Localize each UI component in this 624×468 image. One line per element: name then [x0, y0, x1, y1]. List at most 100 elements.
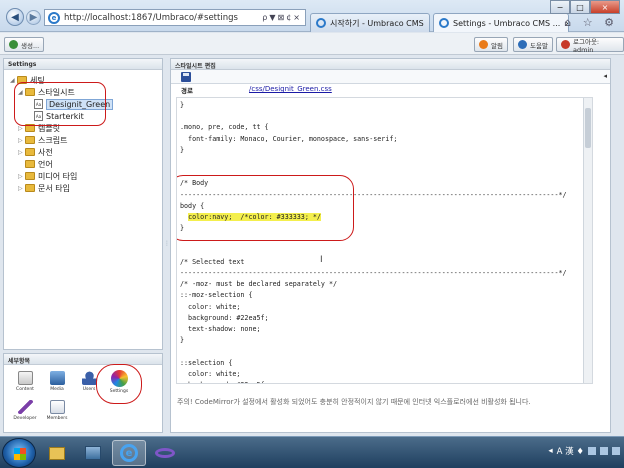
code-line[interactable]: body { [180, 202, 204, 211]
code-line[interactable]: } [180, 224, 184, 233]
window-close-button[interactable]: × [590, 0, 620, 14]
tab-label: Settings - Umbraco CMS ... [453, 18, 561, 28]
logout-label: 로그아웃: admin [573, 37, 600, 54]
logout-icon [561, 40, 570, 49]
folder-icon [25, 172, 35, 180]
section-developer[interactable]: Developer [10, 400, 40, 421]
code-line[interactable]: background: #22ea5f; [180, 381, 269, 383]
tray-expand-icon[interactable]: ◂ [548, 446, 552, 456]
tree-item-dictionary[interactable]: ▷ 사전 [18, 146, 53, 158]
create-button[interactable]: 생성... [4, 37, 45, 52]
taskbar-internet-explorer[interactable]: e [112, 440, 146, 466]
network-icon[interactable] [588, 447, 596, 455]
section-media[interactable]: Media [42, 371, 72, 392]
minimize-button[interactable]: − [550, 0, 570, 14]
stylesheet-editor-panel: 스타일시트 편집 ◂ 경로 /css/Designit_Green.css I … [170, 58, 611, 433]
expand-toggle-icon[interactable]: ▷ [18, 137, 25, 144]
forward-button[interactable]: ▶ [26, 10, 41, 25]
collapse-arrow-icon[interactable]: ◂ [603, 72, 607, 80]
folder-icon [25, 160, 35, 168]
ie-tab-icon [439, 18, 449, 28]
tree-item-label: 미디어 타입 [38, 171, 78, 181]
show-desktop-icon[interactable] [612, 447, 620, 455]
address-bar[interactable]: e http://localhost:1867/Umbraco/#setting… [44, 9, 306, 26]
start-button[interactable] [2, 438, 36, 468]
code-line[interactable]: ----------------------------------------… [180, 191, 567, 200]
section-label: Members [46, 416, 68, 421]
code-line[interactable]: ::-moz-selection { [180, 291, 252, 300]
expand-toggle-icon[interactable]: ▷ [18, 173, 25, 180]
tree-item-media-types[interactable]: ▷ 미디어 타입 [18, 170, 77, 182]
system-tray[interactable]: ◂ A 漢 ♦ [548, 445, 620, 457]
tree-item-scripts[interactable]: ▷ 스크립트 [18, 134, 67, 146]
logout-button[interactable]: 로그아웃: admin [556, 37, 624, 54]
help-button[interactable]: 도움말 [513, 37, 553, 52]
save-icon[interactable] [181, 72, 191, 82]
editor-scrollbar[interactable] [583, 98, 592, 383]
maximize-button[interactable]: □ [570, 0, 590, 14]
code-line[interactable]: /* Body [180, 179, 208, 188]
code-line[interactable]: } [180, 101, 184, 110]
code-editor[interactable]: I } .mono, pre, code, tt { font-family: M… [176, 97, 593, 384]
visual-studio-icon [155, 448, 175, 458]
code-line[interactable]: ----------------------------------------… [180, 269, 567, 278]
input-method-indicator[interactable]: A 漢 ♦ [557, 445, 584, 457]
tree-item-document-types[interactable]: ▷ 문서 타입 [18, 182, 70, 194]
address-tools[interactable]: ρ▼⊠¢× [262, 13, 305, 22]
help-label: 도움말 [530, 41, 548, 50]
code-line[interactable]: /* -moz- must be declared separately */ [180, 280, 337, 289]
tree-header: Settings [4, 59, 162, 70]
editor-header: 스타일시트 편집 [171, 59, 610, 70]
section-members[interactable]: Members [42, 400, 72, 421]
window-buttons: − □ × [550, 0, 620, 14]
code-line[interactable]: } [180, 336, 184, 345]
settings-tree: Settings ◢ 세팅 ◢ 스타일시트 Aa Designit_Green … [3, 58, 163, 350]
browser-chrome: ◀ ▶ e http://localhost:1867/Umbraco/#set… [0, 0, 624, 32]
taskbar-explorer[interactable] [40, 440, 74, 466]
code-line[interactable]: .mono, pre, code, tt { [180, 123, 269, 132]
notifications-button[interactable]: 알림 [474, 37, 508, 52]
code-line[interactable]: ::selection { [180, 359, 232, 368]
tab-getting-started[interactable]: 시작하기 - Umbraco CMS [310, 13, 430, 32]
code-line[interactable]: } [180, 146, 184, 155]
tree-item-label: 사전 [38, 147, 53, 157]
code-line[interactable]: color:navy; /*color: #333333; */ [180, 213, 321, 222]
highlight-annotation [96, 364, 142, 404]
code-line[interactable]: color: white; [180, 370, 240, 379]
code-line[interactable]: color: white; [180, 303, 240, 312]
section-label: Users [82, 387, 96, 392]
tab-settings[interactable]: Settings - Umbraco CMS ... × [433, 13, 569, 32]
members-icon [49, 400, 65, 414]
left-panel: Settings ◢ 세팅 ◢ 스타일시트 Aa Designit_Green … [3, 58, 163, 433]
code-line[interactable]: /* Selected text [180, 258, 244, 267]
expand-toggle-icon[interactable]: ▷ [18, 185, 25, 192]
expand-toggle-icon[interactable]: ▷ [18, 149, 25, 156]
codemirror-note: 주의! CodeMirror가 설정에서 활성화 되었어도 충분히 안정적이지 … [177, 398, 531, 406]
back-button[interactable]: ◀ [6, 8, 24, 26]
file-path-link[interactable]: /css/Designit_Green.css [249, 85, 332, 93]
tree-item-label: 언어 [38, 159, 53, 169]
url-text[interactable]: http://localhost:1867/Umbraco/#settings [64, 13, 262, 23]
code-line[interactable]: font-family: Monaco, Courier, monospace,… [180, 135, 397, 144]
scrollbar-thumb[interactable] [585, 108, 591, 148]
file-path-label: 경로 [181, 87, 193, 95]
forward-arrow-icon: ▶ [29, 12, 38, 23]
taskbar-control-panel[interactable] [76, 440, 110, 466]
create-label: 생성... [21, 41, 40, 50]
tree-item-label: 문서 타입 [38, 183, 70, 193]
window-icon [85, 446, 101, 460]
ie-tab-icon [316, 18, 326, 28]
code-line[interactable]: text-shadow: none; [180, 325, 260, 334]
section-label: Content [16, 387, 34, 392]
text-cursor-icon: I [320, 255, 323, 265]
code-line[interactable]: background: #22ea5f; [180, 314, 269, 323]
notifications-label: 알림 [491, 41, 503, 50]
tree-item-languages[interactable]: 언어 [18, 158, 53, 170]
tree-item-label: 스크립트 [38, 135, 68, 145]
browser-tools-icons[interactable]: ⌂ ☆ ⚙ [564, 16, 618, 29]
section-content[interactable]: Content [10, 371, 40, 392]
taskbar-visual-studio[interactable] [148, 440, 182, 466]
volume-icon[interactable] [600, 447, 608, 455]
ie-page-icon: e [48, 11, 60, 24]
expand-toggle-icon[interactable]: ◢ [10, 77, 17, 84]
